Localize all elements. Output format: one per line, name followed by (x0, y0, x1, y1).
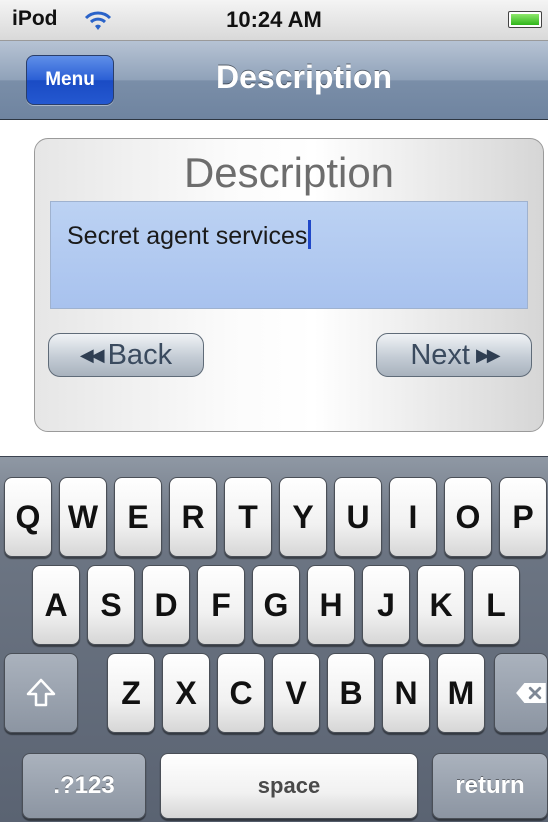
next-button[interactable]: Next ▶▶ (376, 333, 532, 377)
key-w[interactable]: W (59, 477, 107, 557)
menu-button[interactable]: Menu (26, 55, 114, 105)
key-t[interactable]: T (224, 477, 272, 557)
key-j[interactable]: J (362, 565, 410, 645)
rewind-icon: ◀◀ (79, 344, 105, 365)
key-u[interactable]: U (334, 477, 382, 557)
key-v[interactable]: V (272, 653, 320, 733)
key-d[interactable]: D (142, 565, 190, 645)
shift-key[interactable] (4, 653, 78, 733)
key-c[interactable]: C (217, 653, 265, 733)
key-p[interactable]: P (499, 477, 547, 557)
next-label: Next (410, 338, 470, 371)
content-area: Description Secret agent services ◀◀ Bac… (0, 120, 548, 456)
description-panel: Description Secret agent services ◀◀ Bac… (34, 138, 544, 432)
panel-heading: Description (183, 149, 395, 196)
key-e[interactable]: E (114, 477, 162, 557)
back-button[interactable]: ◀◀ Back (48, 333, 204, 377)
key-q[interactable]: Q (4, 477, 52, 557)
key-g[interactable]: G (252, 565, 300, 645)
key-k[interactable]: K (417, 565, 465, 645)
key-n[interactable]: N (382, 653, 430, 733)
key-m[interactable]: M (437, 653, 485, 733)
clock: 10:24 AM (226, 7, 322, 32)
back-label: Back (107, 338, 173, 371)
key-b[interactable]: B (327, 653, 375, 733)
keyboard: Q W E R T Y U I O P A S D F G H J K L Z … (0, 456, 548, 822)
description-text: Secret agent services (67, 220, 312, 251)
description-field[interactable]: Secret agent services (50, 201, 528, 309)
return-key[interactable]: return (432, 753, 548, 819)
key-s[interactable]: S (87, 565, 135, 645)
status-bar: iPod 10:24 AM (0, 0, 548, 41)
key-h[interactable]: H (307, 565, 355, 645)
key-x[interactable]: X (162, 653, 210, 733)
key-y[interactable]: Y (279, 477, 327, 557)
backspace-icon (516, 683, 546, 703)
page-title: Description (215, 59, 393, 95)
space-key[interactable]: space (160, 753, 418, 819)
key-o[interactable]: O (444, 477, 492, 557)
shift-icon (26, 678, 56, 707)
key-i[interactable]: I (389, 477, 437, 557)
battery-icon (508, 11, 542, 28)
key-a[interactable]: A (32, 565, 80, 645)
backspace-key[interactable] (494, 653, 548, 733)
key-r[interactable]: R (169, 477, 217, 557)
key-l[interactable]: L (472, 565, 520, 645)
fast-forward-icon: ▶▶ (475, 344, 501, 365)
key-z[interactable]: Z (107, 653, 155, 733)
key-f[interactable]: F (197, 565, 245, 645)
numbers-key[interactable]: .?123 (22, 753, 146, 819)
text-cursor (308, 220, 312, 249)
navigation-bar: Menu Description (0, 41, 548, 120)
